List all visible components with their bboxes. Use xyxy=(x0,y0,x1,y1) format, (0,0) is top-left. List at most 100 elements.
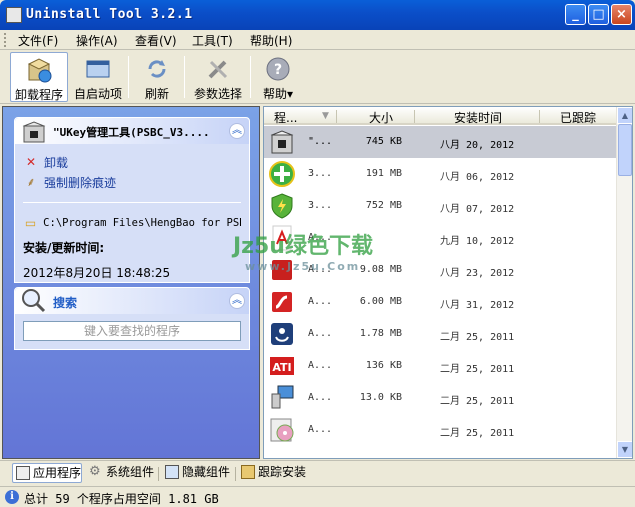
ukey-box-icon xyxy=(270,130,294,154)
item-name: A... xyxy=(308,392,333,403)
title-bar[interactable]: Uninstall Tool 3.2.1 _ □ × xyxy=(0,0,635,30)
toolbar-separator xyxy=(128,56,129,98)
hidden-icon xyxy=(165,465,179,479)
item-name: A... xyxy=(308,296,333,307)
green-plus-icon xyxy=(269,161,295,187)
disc-icon xyxy=(270,418,294,442)
menu-file[interactable]: 文件(F) xyxy=(18,32,58,49)
window-title: Uninstall Tool 3.2.1 xyxy=(26,7,193,22)
divider xyxy=(23,202,241,203)
folder-icon: ▭ xyxy=(24,216,37,230)
menu-tools[interactable]: 工具(T) xyxy=(192,32,233,49)
sort-arrow-icon: ▼ xyxy=(322,111,329,121)
broom-icon: ⸙ xyxy=(26,175,36,189)
column-size[interactable]: 大小 xyxy=(369,109,393,126)
help-icon: ? xyxy=(266,57,290,81)
track-icon xyxy=(241,465,255,479)
menu-bar: 文件(F) 操作(A) 查看(V) 工具(T) 帮助(H) xyxy=(0,30,635,50)
item-date: 二月 25, 2011 xyxy=(440,396,515,407)
search-title: 搜索 xyxy=(53,296,78,310)
maximize-button[interactable]: □ xyxy=(588,4,609,25)
column-name[interactable]: 程... xyxy=(274,109,297,126)
startup-label: 自启动项 xyxy=(73,87,122,101)
list-item[interactable]: 3... 191 MB 八月 06, 2012 xyxy=(264,158,617,190)
scroll-up-button[interactable]: ▲ xyxy=(617,107,632,124)
list-item[interactable]: A... 1.78 MB 二月 25, 2011 xyxy=(264,318,617,350)
menu-help[interactable]: 帮助(H) xyxy=(250,32,292,49)
help-button[interactable]: ? 帮助▾ xyxy=(256,52,300,102)
item-date: 八月 23, 2012 xyxy=(440,268,515,279)
info-icon: i xyxy=(5,490,19,504)
item-name: A... xyxy=(308,328,333,339)
tab-applications[interactable]: 应用程序 xyxy=(12,463,82,483)
column-tracked[interactable]: 已跟踪 xyxy=(560,109,596,126)
refresh-label: 刷新 xyxy=(144,87,169,101)
install-time-label: 安装/更新时间: xyxy=(23,241,105,255)
item-name: A... xyxy=(308,424,333,435)
details-title: "UKey管理工具(PSBC_V3.... xyxy=(53,126,210,139)
toolbar: 卸载程序 自启动项 刷新 参数选择 ? 帮助▾ xyxy=(0,50,635,104)
close-button[interactable]: × xyxy=(611,4,632,25)
startup-button[interactable]: 自启动项 xyxy=(72,52,124,102)
force-remove-link[interactable]: ⸙ 强制删除痕迹 xyxy=(23,172,241,192)
svg-text:?: ? xyxy=(274,62,282,78)
ukey-box-icon xyxy=(22,121,46,143)
status-bar: i 总计 59 个程序占用空间 1.81 GB xyxy=(0,486,635,507)
tab-hidden-components[interactable]: 隐藏组件 xyxy=(162,463,232,483)
column-divider[interactable] xyxy=(414,110,415,123)
item-size: 191 MB xyxy=(365,168,402,179)
list-item[interactable]: A... 13.0 KB 二月 25, 2011 xyxy=(264,382,617,414)
scroll-down-button[interactable]: ▼ xyxy=(617,441,632,458)
menu-action[interactable]: 操作(A) xyxy=(76,32,118,49)
green-shield-icon xyxy=(271,193,293,219)
item-date: 二月 25, 2011 xyxy=(440,364,515,375)
list-item[interactable]: ATI A... 136 KB 二月 25, 2011 xyxy=(264,350,617,382)
item-date: 八月 07, 2012 xyxy=(440,204,515,215)
column-install-date[interactable]: 安装时间 xyxy=(454,109,502,126)
collapse-search-button[interactable]: ︽ xyxy=(229,293,245,309)
item-date: 二月 25, 2011 xyxy=(440,332,515,343)
preferences-button[interactable]: 参数选择 xyxy=(190,52,246,102)
search-input[interactable]: 键入要查找的程序 xyxy=(23,321,241,341)
tab-hidden-label: 隐藏组件 xyxy=(182,465,231,479)
magnifier-icon xyxy=(22,289,46,313)
list-rows: "... 745 KB 八月 20, 2012 3... 191 MB 八月 0… xyxy=(264,126,617,446)
collapse-details-button[interactable]: ︽ xyxy=(229,123,245,139)
app-icon xyxy=(6,7,22,23)
list-item[interactable]: "... 745 KB 八月 20, 2012 xyxy=(264,126,617,158)
list-item[interactable]: A... 二月 25, 2011 xyxy=(264,414,617,446)
scroll-thumb[interactable] xyxy=(618,124,632,176)
details-card-header[interactable]: "UKey管理工具(PSBC_V3.... ︽ xyxy=(15,118,249,144)
item-name: 3... xyxy=(308,168,333,179)
item-size: 136 KB xyxy=(365,360,402,371)
tab-system-components[interactable]: ⚙ 系统组件 xyxy=(86,463,156,483)
menu-view[interactable]: 查看(V) xyxy=(135,32,177,49)
item-date: 九月 10, 2012 xyxy=(440,236,515,247)
search-card-header[interactable]: 搜索 ︽ xyxy=(15,288,249,314)
refresh-button[interactable]: 刷新 xyxy=(134,52,180,102)
vertical-scrollbar[interactable]: ▲ ▼ xyxy=(616,107,632,458)
flash-icon xyxy=(272,292,292,312)
list-header: 程... ▼ 大小 安装时间 已跟踪 xyxy=(264,107,617,125)
details-card: "UKey管理工具(PSBC_V3.... ︽ ✕ 卸载 ⸙ 强制删除痕迹 ▭ … xyxy=(14,117,250,283)
task-pane: "UKey管理工具(PSBC_V3.... ︽ ✕ 卸载 ⸙ 强制删除痕迹 ▭ … xyxy=(2,106,260,459)
item-name: A... xyxy=(308,360,333,371)
blue-app-icon xyxy=(271,323,293,345)
uninstall-button[interactable]: 卸载程序 xyxy=(10,52,68,102)
red-x-icon: ✕ xyxy=(25,155,37,169)
column-divider[interactable] xyxy=(336,110,337,123)
item-size: 6.00 MB xyxy=(359,296,402,307)
uninstall-link[interactable]: ✕ 卸载 xyxy=(23,152,241,172)
install-path-link[interactable]: ▭ C:\Program Files\HengBao for PSBC xyxy=(23,213,241,233)
column-divider[interactable] xyxy=(539,110,540,123)
list-item[interactable]: 3... 752 MB 八月 07, 2012 xyxy=(264,190,617,222)
minimize-button[interactable]: _ xyxy=(565,4,586,25)
tab-track-install[interactable]: 跟踪安装 xyxy=(238,463,310,483)
item-name: 3... xyxy=(308,200,333,211)
force-remove-label: 强制删除痕迹 xyxy=(44,175,117,190)
tab-system-label: 系统组件 xyxy=(106,465,155,479)
list-item[interactable]: A... 6.00 MB 八月 31, 2012 xyxy=(264,286,617,318)
item-date: 八月 06, 2012 xyxy=(440,172,515,183)
item-size: 1.78 MB xyxy=(359,328,402,339)
item-date: 八月 20, 2012 xyxy=(440,140,515,151)
